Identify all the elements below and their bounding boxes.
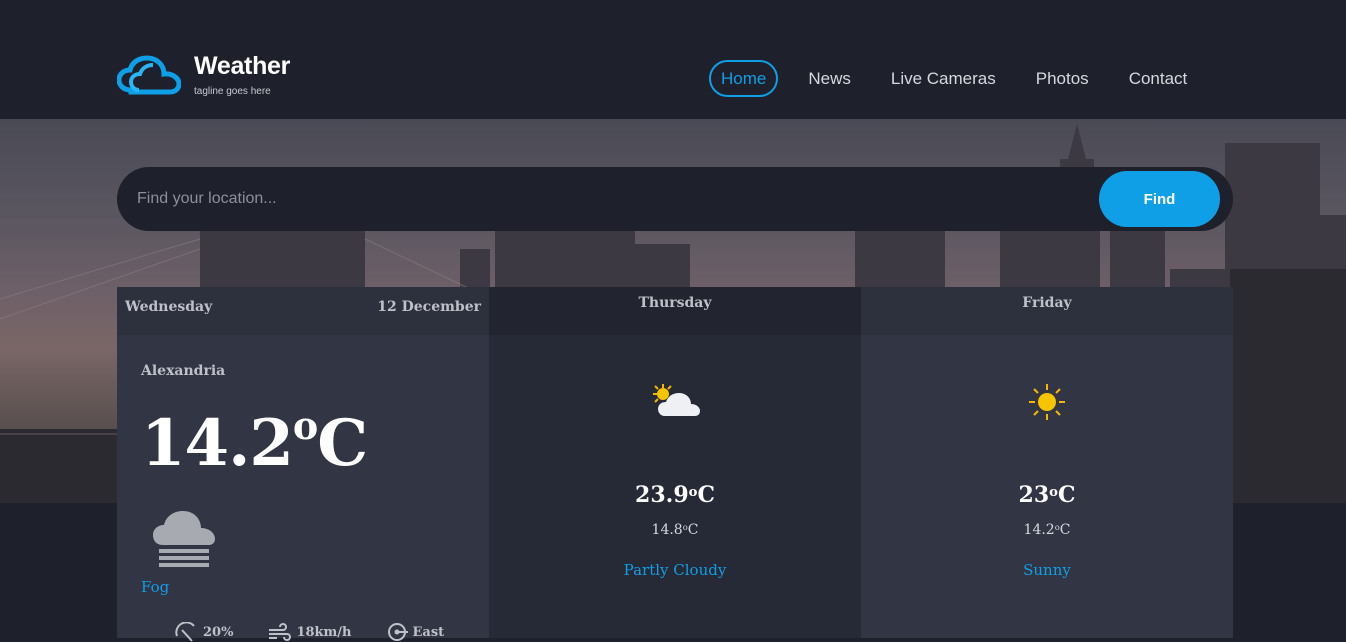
today-details: 20% 18km/h East — [174, 622, 478, 642]
current-temperature: 14.2oC — [141, 403, 368, 481]
umbrella-icon — [175, 622, 195, 642]
temp-scale: C — [1057, 482, 1076, 508]
compass-icon — [387, 623, 408, 641]
thursday-high: 23.9oC — [489, 482, 861, 508]
brand-title: Weather — [194, 52, 291, 80]
forecast-day-friday: Friday 23oC 14.2oC Sunny — [861, 287, 1233, 638]
friday-high-value: 23 — [1018, 482, 1050, 508]
today-day: Wednesday — [125, 299, 213, 315]
wind-value: 18km/h — [296, 624, 352, 640]
thursday-high-value: 23.9 — [635, 482, 689, 508]
wind-icon — [269, 623, 292, 641]
nav-contact[interactable]: Contact — [1119, 60, 1198, 97]
friday-condition: Sunny — [1023, 561, 1071, 579]
logo[interactable]: Weather tagline goes here — [117, 52, 290, 98]
friday-low: 14.2oC — [861, 522, 1233, 538]
humidity-value: 20% — [203, 624, 234, 640]
degree-symbol: o — [1049, 485, 1058, 500]
forecast-day-thursday: Thursday 23.9oC 14.8oC Partly Cloudy — [489, 287, 861, 638]
temp-scale: C — [697, 482, 715, 508]
temp-scale: C — [687, 522, 699, 538]
main-nav: Home News Live Cameras Photos Contact — [709, 60, 1217, 97]
thursday-condition: Partly Cloudy — [623, 561, 727, 579]
humidity: 20% — [174, 622, 233, 642]
today-forecast: Wednesday 12 December Alexandria 14.2oC … — [117, 287, 489, 642]
nav-photos[interactable]: Photos — [1026, 60, 1099, 97]
thursday-day: Thursday — [638, 295, 712, 311]
partly-cloudy-icon — [653, 384, 700, 416]
forecast-table: Wednesday 12 December Alexandria 14.2oC … — [117, 287, 1233, 642]
friday-header: Friday — [861, 287, 1233, 335]
friday-day: Friday — [1022, 295, 1072, 311]
location-name: Alexandria — [141, 363, 226, 379]
sun-icon — [1029, 384, 1065, 420]
temp-scale: C — [1059, 522, 1071, 538]
temp-scale: C — [317, 406, 368, 481]
wind-speed: 18km/h — [267, 622, 352, 642]
current-temp-value: 14.2 — [141, 406, 294, 481]
thursday-low-value: 14.8 — [651, 522, 683, 538]
today-header: Wednesday 12 December — [117, 287, 489, 335]
wind-direction: East — [386, 622, 445, 642]
direction-value: East — [412, 624, 445, 640]
today-date: 12 December — [377, 299, 481, 315]
fog-icon — [153, 511, 215, 567]
degree-symbol: o — [292, 403, 318, 448]
cloud-icon — [117, 55, 181, 95]
nav-live-cameras[interactable]: Live Cameras — [881, 60, 1006, 97]
nav-news[interactable]: News — [798, 60, 861, 97]
site-header: Weather tagline goes here Home News Live… — [0, 0, 1346, 119]
friday-low-value: 14.2 — [1023, 522, 1055, 538]
brand-tagline: tagline goes here — [194, 86, 271, 97]
nav-home[interactable]: Home — [709, 60, 779, 97]
location-search-input[interactable] — [137, 167, 1087, 231]
search-bar: Find — [117, 167, 1233, 231]
friday-high: 23oC — [861, 482, 1233, 508]
thursday-header: Thursday — [489, 287, 861, 335]
find-button[interactable]: Find — [1099, 171, 1220, 227]
thursday-low: 14.8oC — [489, 522, 861, 538]
today-condition: Fog — [141, 578, 170, 596]
